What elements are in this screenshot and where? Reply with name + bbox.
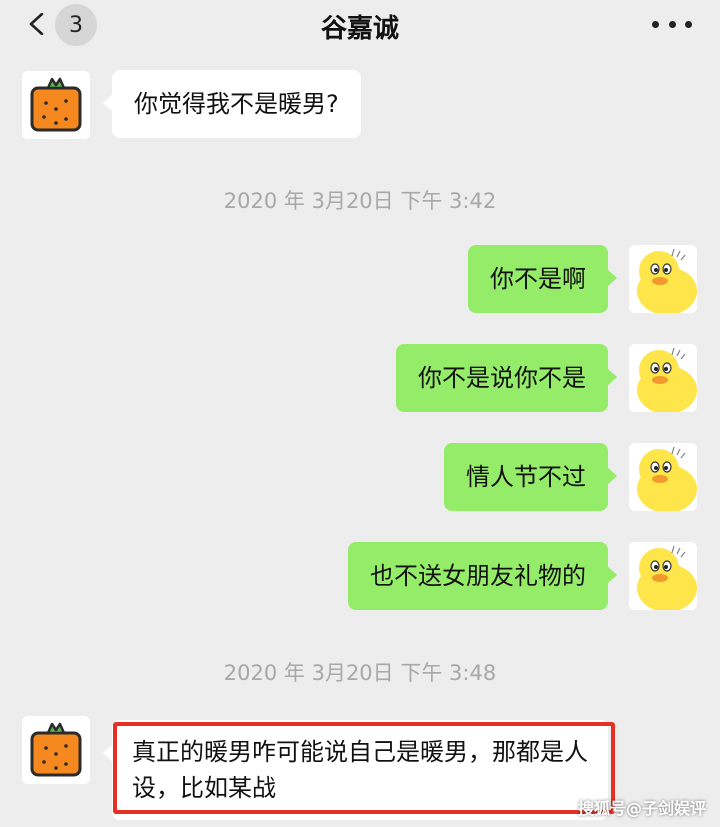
message-timestamp: 2020 年 3月20日 下午 3:48 bbox=[223, 661, 497, 685]
chat-title: 谷嘉诚 bbox=[320, 14, 399, 44]
more-dots-icon[interactable] bbox=[652, 12, 692, 36]
yellow-duck-avatar-icon[interactable] bbox=[629, 245, 697, 313]
message-bubble-received[interactable]: 你觉得我不是暖男? bbox=[103, 70, 361, 138]
chat-header: 3 谷嘉诚 bbox=[0, 0, 720, 52]
watermark: 搜狐号@子剑娱评 bbox=[577, 799, 706, 818]
orange-avatar-icon[interactable] bbox=[22, 71, 90, 139]
message-bubble-sent[interactable]: 也不送女朋友礼物的 bbox=[348, 542, 617, 610]
highlight-frame bbox=[113, 722, 615, 814]
message-timestamp: 2020 年 3月20日 下午 3:42 bbox=[223, 189, 497, 213]
message-bubble-sent[interactable]: 你不是啊 bbox=[468, 245, 617, 313]
yellow-duck-avatar-icon[interactable] bbox=[629, 344, 697, 412]
yellow-duck-avatar-icon[interactable] bbox=[629, 443, 697, 511]
message-bubble-sent[interactable]: 情人节不过 bbox=[444, 443, 617, 511]
message-bubble-sent[interactable]: 你不是说你不是 bbox=[396, 344, 617, 412]
orange-avatar-icon[interactable] bbox=[22, 716, 90, 784]
yellow-duck-avatar-icon[interactable] bbox=[629, 542, 697, 610]
